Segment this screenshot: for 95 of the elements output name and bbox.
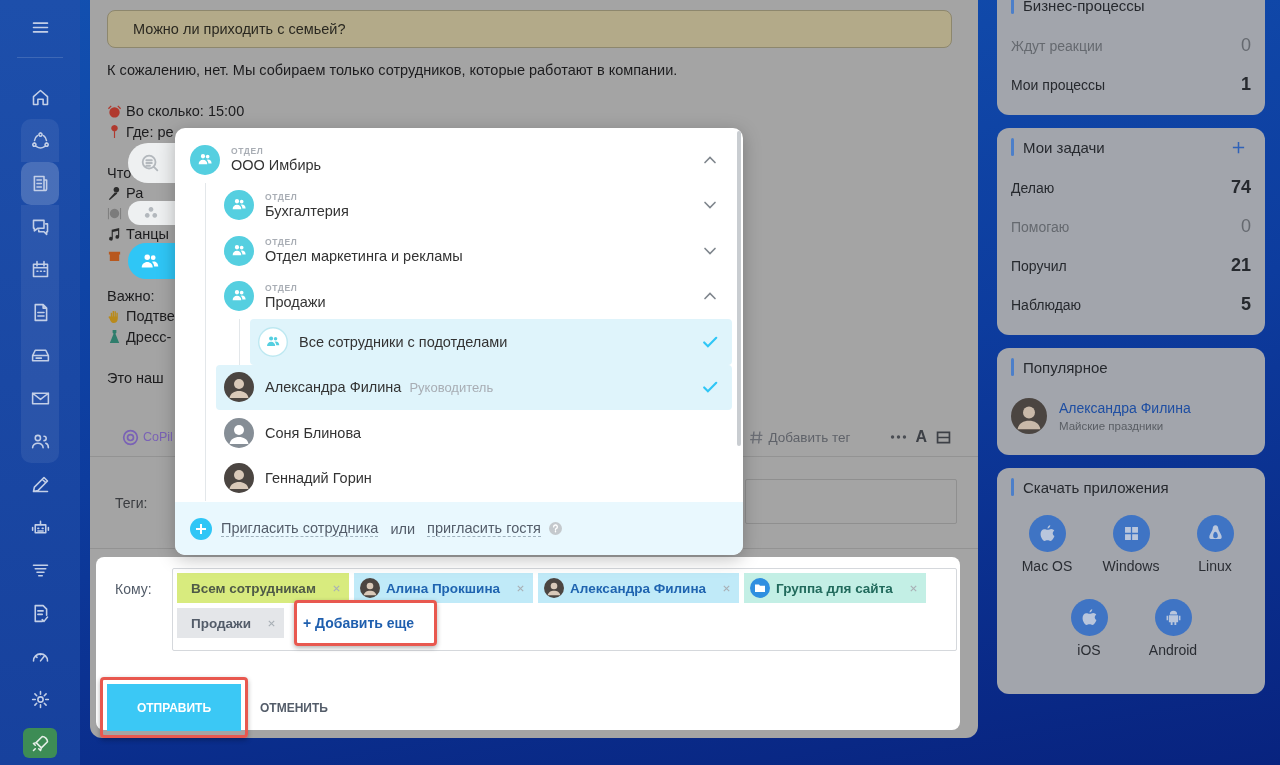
selector-item[interactable]: Все сотрудники с подотделами bbox=[250, 319, 732, 365]
selector-item[interactable]: ОТДЕЛ Бухгалтерия bbox=[216, 182, 732, 228]
counter-label[interactable]: Делаю bbox=[1011, 179, 1055, 196]
format-button[interactable]: A bbox=[913, 428, 929, 446]
post-text: Во сколько: 15:00 bbox=[126, 104, 245, 119]
post-text: Ра bbox=[126, 186, 144, 201]
remove-icon[interactable] bbox=[516, 583, 526, 593]
question-box: Можно ли приходить с семьей? bbox=[107, 10, 952, 48]
department-icon bbox=[224, 235, 254, 266]
app-label[interactable]: Linux bbox=[1198, 558, 1232, 574]
plus-icon[interactable] bbox=[190, 517, 212, 540]
remove-icon[interactable] bbox=[908, 583, 918, 593]
sidebar-item[interactable] bbox=[21, 162, 59, 205]
sidebar-item[interactable] bbox=[21, 119, 59, 162]
avatar bbox=[359, 578, 380, 598]
department-icon bbox=[224, 281, 254, 312]
counter-label[interactable]: Поручил bbox=[1011, 257, 1067, 274]
grid-icon[interactable] bbox=[1112, 515, 1150, 552]
sidebar-item[interactable] bbox=[21, 420, 59, 463]
post-text: К сожалению, нет. Мы собираем только сотрудников, которые работают в компании. bbox=[107, 63, 678, 78]
selector-item[interactable]: Александра Филина Руководитель bbox=[216, 364, 732, 410]
remove-icon[interactable] bbox=[331, 583, 341, 593]
invite-employee-link[interactable]: Пригласить сотрудника bbox=[221, 520, 379, 537]
more-icon[interactable] bbox=[890, 434, 908, 440]
person-link[interactable]: Александра Филина bbox=[1059, 400, 1191, 416]
post-subtitle: Майские праздники bbox=[1059, 420, 1165, 432]
counter-value: 74 bbox=[1230, 177, 1251, 198]
recipient-tag[interactable]: Александра Филина bbox=[538, 573, 740, 603]
selector-tab[interactable] bbox=[128, 243, 175, 279]
remove-icon[interactable] bbox=[266, 618, 276, 628]
post-text: Что bbox=[107, 165, 132, 180]
counter-value: 0 bbox=[1241, 216, 1251, 237]
recipient-tag[interactable]: Всем сотрудникам bbox=[177, 573, 349, 603]
apple-icon[interactable] bbox=[1070, 599, 1108, 636]
app-label[interactable]: Windows bbox=[1102, 558, 1160, 574]
widget-title: Скачать приложения bbox=[1023, 478, 1169, 496]
widget-title: Бизнес-процессы bbox=[1023, 0, 1145, 14]
selector-item[interactable]: ОТДЕЛ Отдел маркетинга и рекламы bbox=[216, 228, 732, 274]
selector-tab[interactable] bbox=[128, 201, 175, 225]
scroll-bar[interactable] bbox=[737, 131, 741, 446]
music-note-icon bbox=[107, 226, 122, 242]
remove-icon[interactable] bbox=[722, 583, 732, 593]
app-label[interactable]: iOS bbox=[1077, 642, 1101, 658]
robot-icon[interactable] bbox=[1154, 599, 1192, 636]
apple-icon[interactable] bbox=[1028, 515, 1066, 552]
cancel-button[interactable]: ОТМЕНИТЬ bbox=[254, 699, 334, 716]
counter-value: 1 bbox=[1241, 74, 1251, 95]
recipient-tag[interactable]: Алина Прокшина bbox=[353, 573, 534, 603]
post-text: Важно: bbox=[107, 288, 155, 303]
counter-label[interactable]: Мои процессы bbox=[1011, 76, 1106, 93]
settings-icon bbox=[29, 689, 51, 710]
microphone-icon bbox=[107, 185, 122, 201]
sidebar-item[interactable] bbox=[23, 728, 57, 758]
counter-value: 0 bbox=[1241, 35, 1251, 56]
copilot-icon[interactable] bbox=[122, 428, 139, 446]
department-icon bbox=[224, 190, 254, 221]
help-icon[interactable] bbox=[548, 522, 562, 535]
selector-item[interactable]: ОТДЕЛ Продажи bbox=[216, 273, 732, 319]
post-text: Подтве bbox=[126, 309, 175, 324]
alarm-clock-icon bbox=[107, 103, 122, 119]
add-more-link[interactable]: + Добавить еще bbox=[302, 615, 415, 631]
search-icon bbox=[139, 152, 161, 174]
plus-icon[interactable] bbox=[1231, 139, 1246, 155]
post-text: Где: ре bbox=[126, 124, 174, 139]
to-label: Кому: bbox=[115, 581, 153, 597]
department-icon bbox=[190, 144, 220, 175]
hash-icon bbox=[747, 428, 765, 446]
tags-field[interactable] bbox=[745, 479, 957, 524]
selector-item[interactable]: Геннадий Горин bbox=[216, 455, 732, 501]
widget-title: Мои задачи bbox=[1023, 138, 1105, 156]
recipient-tag[interactable]: Группа для сайта bbox=[744, 573, 926, 603]
counter-value: 21 bbox=[1230, 255, 1251, 276]
tags-label: Теги: bbox=[115, 494, 148, 511]
selector-item[interactable]: ОТДЕЛ ООО Имбирь bbox=[182, 137, 732, 183]
or-text: или bbox=[390, 520, 416, 537]
recipient-tag[interactable]: Продажи bbox=[177, 608, 284, 638]
selector-item[interactable]: Соня Блинова bbox=[216, 410, 732, 456]
sidebar-item[interactable] bbox=[21, 205, 59, 248]
department-icon bbox=[258, 326, 288, 357]
recipients-field[interactable]: Всем сотрудникам Алина Прокшина Александра Филина Группа для сайта Продажи + Добавить еще bbox=[172, 568, 957, 651]
dress-icon bbox=[107, 329, 122, 345]
folder-icon bbox=[750, 578, 771, 598]
avatar bbox=[1011, 398, 1047, 434]
avatar bbox=[544, 578, 565, 598]
invite-guest-link[interactable]: пригласить гостя bbox=[427, 520, 541, 537]
widget-title: Популярное bbox=[1023, 358, 1108, 376]
counter-value: 5 bbox=[1241, 294, 1251, 315]
plate-icon bbox=[107, 206, 122, 222]
app-label[interactable]: Android bbox=[1148, 642, 1198, 658]
app-label[interactable]: Mac OS bbox=[1021, 558, 1073, 574]
post-text: Дресс- bbox=[126, 329, 172, 344]
post-text: Танцы bbox=[126, 227, 169, 242]
counter-label[interactable]: Наблюдаю bbox=[1011, 296, 1082, 313]
penguin-icon[interactable] bbox=[1196, 515, 1234, 552]
post-text: Это наш bbox=[107, 370, 164, 385]
